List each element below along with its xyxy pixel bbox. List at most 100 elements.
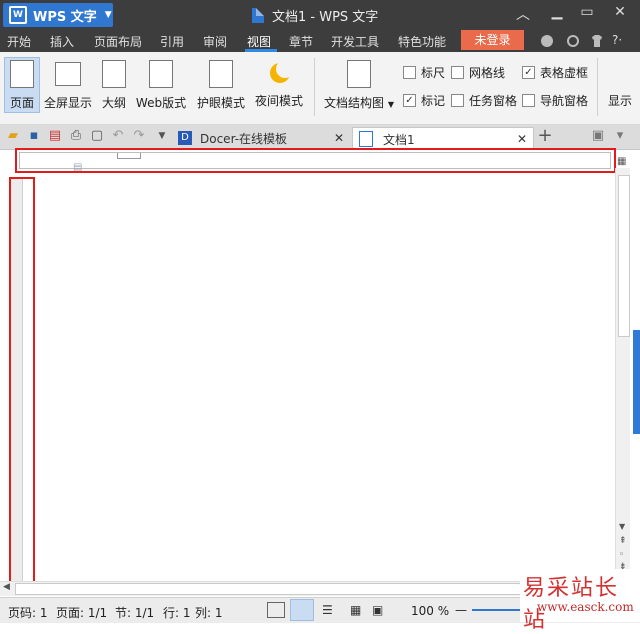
tab-menu-icon[interactable]: ▾ — [612, 128, 628, 144]
menu-chapter[interactable]: 章节 — [289, 33, 313, 50]
web-layout-icon — [149, 60, 173, 88]
ruler-checkbox[interactable]: 标尺 — [403, 64, 445, 81]
export-pdf-icon[interactable]: ▤ — [47, 128, 63, 144]
zoom-out-icon[interactable]: — — [455, 603, 467, 617]
vertical-scroll-thumb[interactable] — [618, 175, 630, 337]
menu-page-layout[interactable]: 页面布局 — [94, 33, 142, 50]
nav-pane-checkbox[interactable]: 导航窗格 — [522, 92, 588, 109]
checkbox-icon — [403, 66, 416, 79]
horizontal-scroll-thumb[interactable] — [15, 583, 522, 595]
customize-toolbar-icon[interactable]: ▼ — [154, 128, 170, 144]
sync-icon[interactable] — [566, 34, 580, 48]
new-tab-icon[interactable]: + — [537, 127, 553, 145]
status-col[interactable]: 列: 1 — [195, 604, 223, 621]
status-row[interactable]: 行: 1 — [163, 604, 191, 621]
watermark-url: www.easck.com — [537, 600, 634, 614]
display-button[interactable]: 显示 — [608, 92, 638, 109]
web-view-icon[interactable]: ▦ — [350, 603, 361, 617]
menu-special[interactable]: 特色功能 — [398, 33, 446, 50]
ribbon-separator — [314, 58, 315, 116]
eye-protection-button[interactable]: 护眼模式 — [196, 60, 246, 111]
close-button[interactable]: ✕ — [605, 4, 635, 20]
zoom-level[interactable]: 100 % — [411, 604, 449, 618]
menu-insert[interactable]: 插入 — [50, 33, 74, 50]
ribbon-separator — [597, 58, 598, 116]
task-pane-checkbox[interactable]: 任务窗格 — [451, 92, 517, 109]
fit-window-icon[interactable] — [267, 602, 285, 618]
app-menu-button[interactable]: W WPS 文字 ▼ — [3, 3, 113, 27]
page-view-button[interactable]: 页面 — [6, 60, 38, 111]
document-map-label: 文档结构图 ▼ — [324, 96, 394, 110]
night-mode-button[interactable]: 夜间模式 — [254, 60, 304, 109]
page-view-label: 页面 — [9, 96, 34, 110]
markup-checkbox[interactable]: ✓ 标记 — [403, 92, 445, 109]
document-map-button[interactable]: 文档结构图 ▼ — [324, 60, 394, 111]
outline-view-icon[interactable]: ☰ — [322, 603, 333, 617]
menu-view[interactable]: 视图 — [247, 33, 271, 50]
table-gridlines-checkbox[interactable]: ✓ 表格虚框 — [522, 64, 588, 81]
tab-document1[interactable]: 文档1 ✕ — [352, 127, 534, 150]
app-name: WPS 文字 — [33, 9, 97, 25]
ribbon — [0, 52, 640, 125]
status-section[interactable]: 节: 1/1 — [115, 604, 154, 621]
eye-protection-icon — [209, 60, 233, 88]
web-layout-button[interactable]: Web版式 — [134, 60, 188, 111]
gridlines-checkbox[interactable]: 网格线 — [451, 64, 505, 81]
window-title-text: 文档1 - WPS 文字 — [272, 10, 379, 25]
page-view-status-icon[interactable] — [290, 599, 314, 621]
side-panel-toggle[interactable] — [633, 330, 640, 434]
menu-references[interactable]: 引用 — [160, 33, 184, 50]
menu-start[interactable]: 开始 — [7, 33, 31, 50]
night-mode-label: 夜间模式 — [254, 94, 303, 108]
help-icon[interactable]: ?· — [612, 33, 622, 47]
read-mode-icon[interactable]: ▣ — [372, 603, 383, 617]
eye-protection-label: 护眼模式 — [196, 96, 245, 110]
zoom-slider[interactable] — [472, 609, 522, 611]
print-preview-icon[interactable]: ▢ — [89, 128, 105, 144]
outline-icon — [102, 60, 126, 88]
task-pane-label: 任务窗格 — [469, 94, 518, 108]
close-tab-icon[interactable]: ✕ — [334, 131, 344, 145]
checkbox-icon — [522, 94, 535, 107]
scroll-down-arrow-icon[interactable]: ▼ — [619, 522, 625, 531]
wps-logo-icon: W — [9, 6, 27, 24]
ruler-label: 标尺 — [421, 66, 446, 80]
outline-button[interactable]: 大纲 — [100, 60, 128, 111]
docer-icon: D — [178, 131, 192, 145]
document-icon — [359, 131, 373, 147]
shirt-icon[interactable] — [590, 34, 604, 48]
minimize-button[interactable]: ▁ — [542, 4, 572, 20]
gridlines-label: 网格线 — [469, 66, 506, 80]
undo-icon[interactable]: ↶ — [110, 128, 126, 144]
document-map-icon — [347, 60, 371, 88]
fullscreen-button[interactable]: 全屏显示 — [43, 60, 93, 111]
tab-title: 文档1 — [383, 132, 415, 147]
fullscreen-icon — [55, 62, 81, 86]
maximize-button[interactable]: ▭ — [572, 4, 602, 20]
checkbox-icon — [451, 66, 464, 79]
previous-page-icon[interactable]: ⇞ — [619, 536, 627, 546]
restore-view-icon[interactable]: ▣ — [590, 128, 606, 144]
select-browse-object-icon[interactable]: ◦ — [619, 550, 624, 560]
close-tab-icon[interactable]: ✕ — [517, 132, 527, 146]
login-button[interactable]: 未登录 — [461, 30, 524, 50]
redo-icon[interactable]: ↷ — [131, 128, 147, 144]
checkbox-icon — [451, 94, 464, 107]
status-page[interactable]: 页码: 1 — [8, 604, 48, 621]
scroll-left-arrow-icon[interactable]: ◀ — [3, 582, 10, 592]
status-pages[interactable]: 页面: 1/1 — [56, 604, 107, 621]
skin-icon[interactable] — [540, 34, 554, 48]
document-icon — [252, 8, 264, 23]
outline-label: 大纲 — [101, 96, 126, 110]
ruler-toggle-icon[interactable]: ▦ — [617, 156, 629, 168]
tab-docer-templates[interactable]: D Docer-在线模板 ✕ — [174, 127, 350, 149]
fullscreen-label: 全屏显示 — [43, 96, 92, 110]
menu-developer[interactable]: 开发工具 — [331, 33, 379, 50]
document-page[interactable] — [40, 180, 610, 578]
collapse-ribbon-icon[interactable]: ︿ — [508, 4, 538, 24]
save-icon[interactable]: ▪ — [26, 128, 42, 144]
print-icon[interactable]: ⎙ — [68, 128, 84, 144]
open-folder-icon[interactable]: ▰ — [5, 128, 21, 144]
chevron-down-icon: ▼ — [104, 10, 112, 20]
menu-review[interactable]: 审阅 — [203, 33, 227, 50]
